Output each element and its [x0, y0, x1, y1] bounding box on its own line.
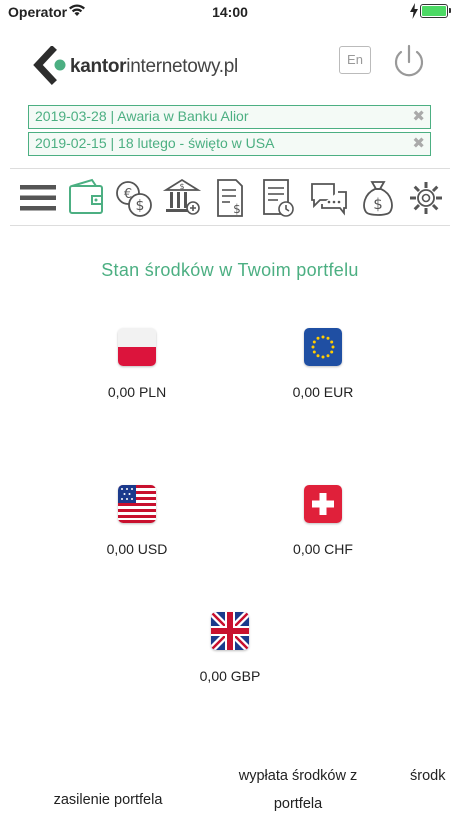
bank-icon[interactable]: $	[162, 176, 202, 220]
tab-withdraw[interactable]: wypłata środków z portfela	[218, 762, 378, 818]
charging-icon	[410, 3, 418, 19]
balance-usd[interactable]: 0,00 USD	[77, 485, 197, 557]
money-bag-icon[interactable]: $	[358, 176, 398, 220]
clock: 14:00	[212, 4, 248, 20]
tab-withdraw-line2: portfela	[273, 796, 323, 812]
logo-chevron-icon	[33, 46, 66, 85]
usa-flag-icon	[118, 485, 156, 523]
tab-withdraw-line1: wypłata środków z	[238, 768, 358, 784]
battery-icon	[420, 4, 451, 18]
settings-icon[interactable]	[406, 176, 446, 220]
balance-pln[interactable]: 0,00 PLN	[77, 328, 197, 400]
balance-value: 0,00 EUR	[292, 384, 354, 400]
main-toolbar: € $ $ $ $	[14, 176, 454, 220]
poland-flag-icon	[118, 328, 156, 366]
balance-eur[interactable]: 0,00 EUR	[263, 328, 383, 400]
tab-more[interactable]: środk	[410, 762, 460, 790]
balance-value: 0,00 USD	[106, 541, 168, 557]
balance-gbp[interactable]: 0,00 GBP	[170, 612, 290, 684]
news-item[interactable]: 2019-02-15 | 18 lutego - święto w USA ✖	[28, 132, 431, 156]
history-icon[interactable]	[258, 176, 298, 220]
kantor-logo[interactable]: kantorinternetowy.pl	[32, 46, 238, 88]
status-bar: Operator 14:00	[0, 0, 460, 24]
menu-icon[interactable]	[18, 176, 58, 220]
switzerland-flag-icon	[304, 485, 342, 523]
balance-value: 0,00 PLN	[107, 384, 167, 400]
exchange-icon[interactable]: € $	[114, 176, 154, 220]
language-button[interactable]: En	[339, 46, 371, 74]
eu-flag-icon	[304, 328, 342, 366]
uk-flag-icon	[211, 612, 249, 650]
balance-value: 0,00 CHF	[293, 541, 353, 557]
news-item[interactable]: 2019-03-28 | Awaria w Banku Alior ✖	[28, 105, 431, 129]
svg-text:$: $	[233, 202, 241, 216]
balance-chf[interactable]: 0,00 CHF	[263, 485, 383, 557]
tab-deposit[interactable]: zasilenie portfela	[20, 786, 196, 814]
page-title: Stan środków w Twoim portfelu	[101, 260, 359, 280]
logo-text-bold: kantor	[70, 56, 127, 77]
chat-icon[interactable]	[308, 176, 348, 220]
toolbar-divider-top	[10, 168, 450, 169]
wallet-icon[interactable]	[66, 176, 106, 220]
news-item-text: 2019-02-15 | 18 lutego - święto w USA	[35, 135, 275, 151]
close-icon[interactable]: ✖	[412, 133, 425, 154]
news-item-text: 2019-03-28 | Awaria w Banku Alior	[35, 108, 249, 124]
logo-text-light: internetowy.pl	[126, 56, 238, 77]
invoice-icon[interactable]: $	[210, 176, 250, 220]
toolbar-divider-bottom	[10, 225, 450, 226]
svg-text:$: $	[179, 182, 184, 191]
power-icon[interactable]	[389, 42, 429, 82]
svg-text:$: $	[373, 195, 383, 213]
balance-value: 0,00 GBP	[199, 668, 261, 684]
svg-text:$: $	[136, 198, 145, 214]
close-icon[interactable]: ✖	[412, 106, 425, 127]
